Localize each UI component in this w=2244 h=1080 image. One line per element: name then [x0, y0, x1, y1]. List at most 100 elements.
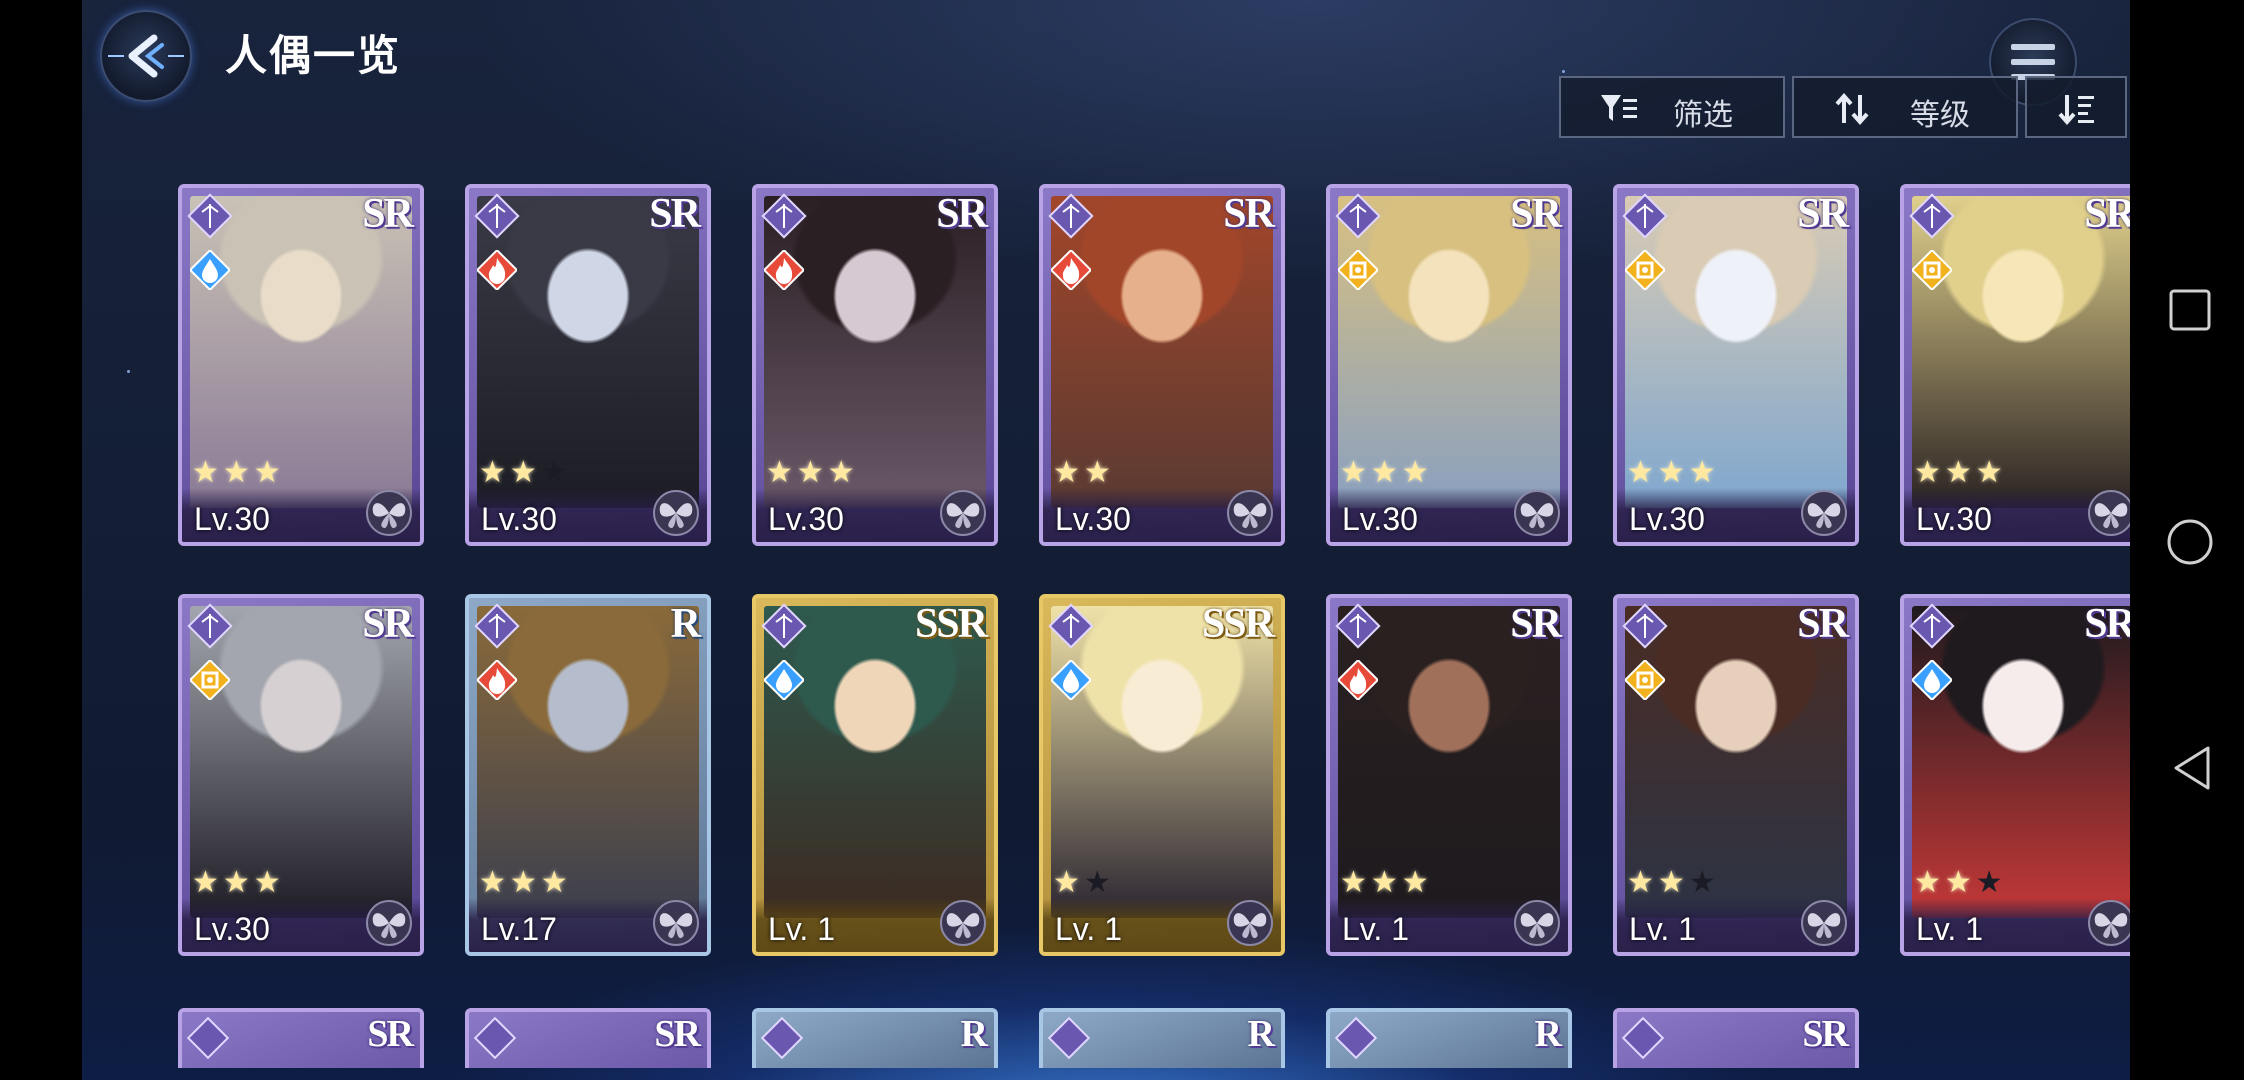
character-list-screen: 人偶一览 筛选 等级 SR ★★★ Lv.30 SR ★★★ Lv.30 SR …	[82, 0, 2130, 1080]
rarity-badge: SR	[367, 1013, 414, 1055]
class-emblem-icon	[1047, 1016, 1091, 1060]
character-card[interactable]: R ★★★ Lv.17	[465, 594, 711, 956]
star-rating: ★★	[1053, 865, 1115, 900]
water-element-icon	[1051, 660, 1091, 700]
filter-icon	[1601, 95, 1637, 121]
light-element-icon	[1625, 250, 1665, 290]
character-card[interactable]: SR ★★★ Lv.30	[752, 184, 998, 546]
star-rating: ★★	[1053, 455, 1115, 490]
class-emblem-icon	[186, 1016, 230, 1060]
class-emblem-icon	[761, 193, 807, 239]
class-emblem-icon	[1622, 603, 1668, 649]
rarity-badge: SSR	[914, 601, 988, 647]
filter-label: 筛选	[1673, 98, 1733, 133]
class-emblem-icon	[187, 603, 233, 649]
rarity-badge: R	[1247, 1013, 1275, 1055]
class-emblem-icon	[1334, 1016, 1378, 1060]
butterfly-emblem-icon	[1801, 490, 1847, 536]
class-emblem-icon	[1048, 603, 1094, 649]
light-element-icon	[190, 660, 230, 700]
sort-arrows-icon	[1835, 92, 1869, 126]
rarity-badge: SR	[1510, 191, 1562, 237]
star-rating: ★★★	[1627, 455, 1720, 490]
character-card[interactable]: SR ★★★ Lv.30	[178, 594, 424, 956]
back-arrow-icon	[108, 34, 184, 78]
character-portrait	[764, 606, 986, 918]
sort-level-button[interactable]: 等级	[1792, 76, 2018, 138]
character-card[interactable]: SR ★★★ Lv.30	[1326, 184, 1572, 546]
character-card[interactable]: SR ★★★ Lv.30	[1613, 184, 1859, 546]
butterfly-emblem-icon	[1227, 900, 1273, 946]
triangle-back-icon[interactable]	[2170, 744, 2214, 792]
butterfly-emblem-icon	[2088, 490, 2130, 536]
character-card[interactable]: SR ★★★ Lv.30	[178, 184, 424, 546]
rarity-badge: SR	[1797, 191, 1849, 237]
circle-home-icon[interactable]	[2166, 518, 2214, 566]
character-card-partial[interactable]: R	[1326, 1008, 1572, 1068]
rarity-badge: SR	[936, 191, 988, 237]
butterfly-emblem-icon	[940, 490, 986, 536]
rarity-badge: R	[670, 601, 701, 647]
level-label: Lv.30	[194, 501, 270, 537]
character-card-partial[interactable]: SR	[178, 1008, 424, 1068]
star-rating: ★★★	[1914, 865, 2007, 900]
butterfly-emblem-icon	[366, 490, 412, 536]
sort-order-button[interactable]	[2025, 76, 2127, 138]
level-label: Lv. 1	[1629, 911, 1696, 947]
fire-element-icon	[1051, 250, 1091, 290]
level-label: Lv.30	[194, 911, 270, 947]
character-card[interactable]: SR ★★★ Lv.30	[465, 184, 711, 546]
star-rating: ★★★	[1340, 455, 1433, 490]
character-card[interactable]: SR ★★★ Lv. 1	[1900, 594, 2130, 956]
level-label: Lv.30	[1055, 501, 1131, 537]
star-rating: ★★★	[1340, 865, 1433, 900]
character-card[interactable]: SSR Lv. 1	[752, 594, 998, 956]
class-emblem-icon	[1048, 193, 1094, 239]
butterfly-emblem-icon	[1801, 900, 1847, 946]
square-recents-icon[interactable]	[2168, 288, 2212, 332]
rarity-badge: SR	[1510, 601, 1562, 647]
butterfly-emblem-icon	[1514, 490, 1560, 536]
character-card-partial[interactable]: R	[752, 1008, 998, 1068]
rarity-badge: SR	[654, 1013, 701, 1055]
water-element-icon	[190, 250, 230, 290]
character-card[interactable]: SR ★★★ Lv.30	[1900, 184, 2130, 546]
level-label: Lv.30	[481, 501, 557, 537]
rarity-badge: R	[1534, 1013, 1562, 1055]
water-element-icon	[764, 660, 804, 700]
character-card[interactable]: SR ★★★ Lv. 1	[1326, 594, 1572, 956]
light-element-icon	[1912, 250, 1952, 290]
level-label: Lv.30	[1342, 501, 1418, 537]
rarity-badge: SR	[649, 191, 701, 237]
back-button[interactable]	[100, 10, 192, 102]
level-label: Lv. 1	[1342, 911, 1409, 947]
light-element-icon	[1338, 250, 1378, 290]
class-emblem-icon	[473, 1016, 517, 1060]
character-card-partial[interactable]: R	[1039, 1008, 1285, 1068]
rarity-badge: R	[960, 1013, 988, 1055]
star-rating: ★★★	[192, 865, 285, 900]
butterfly-emblem-icon	[1514, 900, 1560, 946]
class-emblem-icon	[761, 603, 807, 649]
bg-star	[1562, 70, 1565, 73]
class-emblem-icon	[1909, 193, 1955, 239]
star-rating: ★★★	[479, 455, 572, 490]
class-emblem-icon	[1335, 193, 1381, 239]
fire-element-icon	[477, 660, 517, 700]
rarity-badge: SR	[2084, 191, 2130, 237]
star-rating: ★★★	[479, 865, 572, 900]
character-card[interactable]: SSR ★★ Lv. 1	[1039, 594, 1285, 956]
character-card[interactable]: SR ★★ Lv.30	[1039, 184, 1285, 546]
butterfly-emblem-icon	[940, 900, 986, 946]
filter-button[interactable]: 筛选	[1559, 76, 1785, 138]
fire-element-icon	[1338, 660, 1378, 700]
bg-star	[127, 370, 130, 373]
character-card-partial[interactable]: SR	[465, 1008, 711, 1068]
class-emblem-icon	[1622, 193, 1668, 239]
class-emblem-icon	[760, 1016, 804, 1060]
butterfly-emblem-icon	[653, 490, 699, 536]
character-card-partial[interactable]: SR	[1613, 1008, 1859, 1068]
level-label: Lv. 1	[1916, 911, 1983, 947]
class-emblem-icon	[474, 603, 520, 649]
character-card[interactable]: SR ★★★ Lv. 1	[1613, 594, 1859, 956]
